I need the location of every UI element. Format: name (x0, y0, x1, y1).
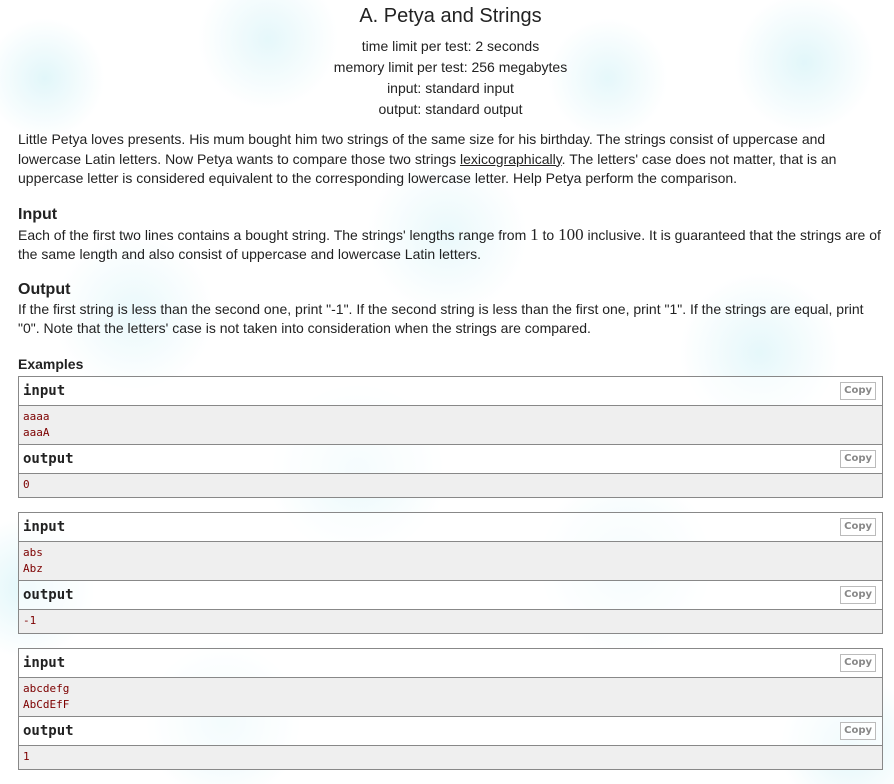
example-3: input Copy abcdefg AbCdEfF output Copy 1 (18, 647, 883, 770)
example-input-title: input Copy (19, 377, 882, 406)
output-label: output (23, 450, 74, 467)
input-spec: Each of the first two lines contains a b… (18, 225, 883, 265)
example-output-title: output Copy (19, 715, 882, 746)
copy-output-button[interactable]: Copy (840, 585, 876, 604)
copy-output-button[interactable]: Copy (840, 449, 876, 468)
input-section-title: Input (18, 205, 58, 223)
input-label: input (23, 654, 66, 671)
example-input-title: input Copy (19, 649, 882, 678)
lexicographically-link[interactable]: lexicographically (460, 151, 562, 167)
input-spec-text: Each of the first two lines contains a b… (18, 226, 531, 243)
copy-input-button[interactable]: Copy (840, 653, 876, 672)
example-output: -1 (19, 609, 882, 633)
output-line: 0 (23, 477, 30, 491)
example-2: input Copy abs Abz output Copy -1 (18, 511, 883, 634)
example-output-title: output Copy (19, 443, 882, 474)
time-limit: time limit per test: 2 seconds (361, 38, 540, 54)
example-1: input Copy aaaa aaaA output Copy 0 (18, 375, 883, 498)
input-label: input (23, 518, 66, 535)
example-output-title: output Copy (19, 579, 882, 610)
input-line: aaaa (23, 409, 50, 423)
output-section-title: Output (18, 280, 71, 298)
problem-title: A. Petya and Strings (359, 5, 542, 27)
math-max: 100 (558, 224, 584, 244)
input-spec-text-2: to (538, 226, 559, 243)
memory-limit: memory limit per test: 256 megabytes (333, 59, 568, 75)
input-line: abcdefg (23, 681, 70, 695)
input-line: abs (23, 545, 43, 559)
output-label: output (23, 722, 74, 739)
input-line: AbCdEfF (23, 697, 70, 711)
example-input: abcdefg AbCdEfF (19, 677, 882, 716)
problem-header: A. Petya and Strings time limit per test… (18, 0, 883, 120)
output-label: output (23, 586, 74, 603)
output-line: 1 (23, 749, 30, 763)
example-input: abs Abz (19, 541, 882, 580)
example-output: 0 (19, 473, 882, 497)
legend-paragraph: Little Petya loves presents. His mum bou… (18, 130, 883, 189)
input-file: input: standard input (387, 80, 514, 96)
input-line: aaaA (23, 425, 50, 439)
example-output: 1 (19, 745, 882, 769)
input-line: Abz (23, 561, 43, 575)
problem-page: A. Petya and Strings time limit per test… (0, 0, 894, 770)
copy-input-button[interactable]: Copy (840, 517, 876, 536)
problem-statement: Little Petya loves presents. His mum bou… (18, 130, 883, 770)
example-input: aaaa aaaA (19, 405, 882, 444)
copy-output-button[interactable]: Copy (840, 721, 876, 740)
math-min: 1 (530, 224, 539, 244)
output-file: output: standard output (378, 101, 523, 117)
example-input-title: input Copy (19, 513, 882, 542)
copy-input-button[interactable]: Copy (840, 381, 876, 400)
examples-title: Examples (18, 355, 84, 372)
input-label: input (23, 382, 66, 399)
output-line: -1 (23, 613, 37, 627)
output-spec: If the first string is less than the sec… (18, 300, 864, 337)
